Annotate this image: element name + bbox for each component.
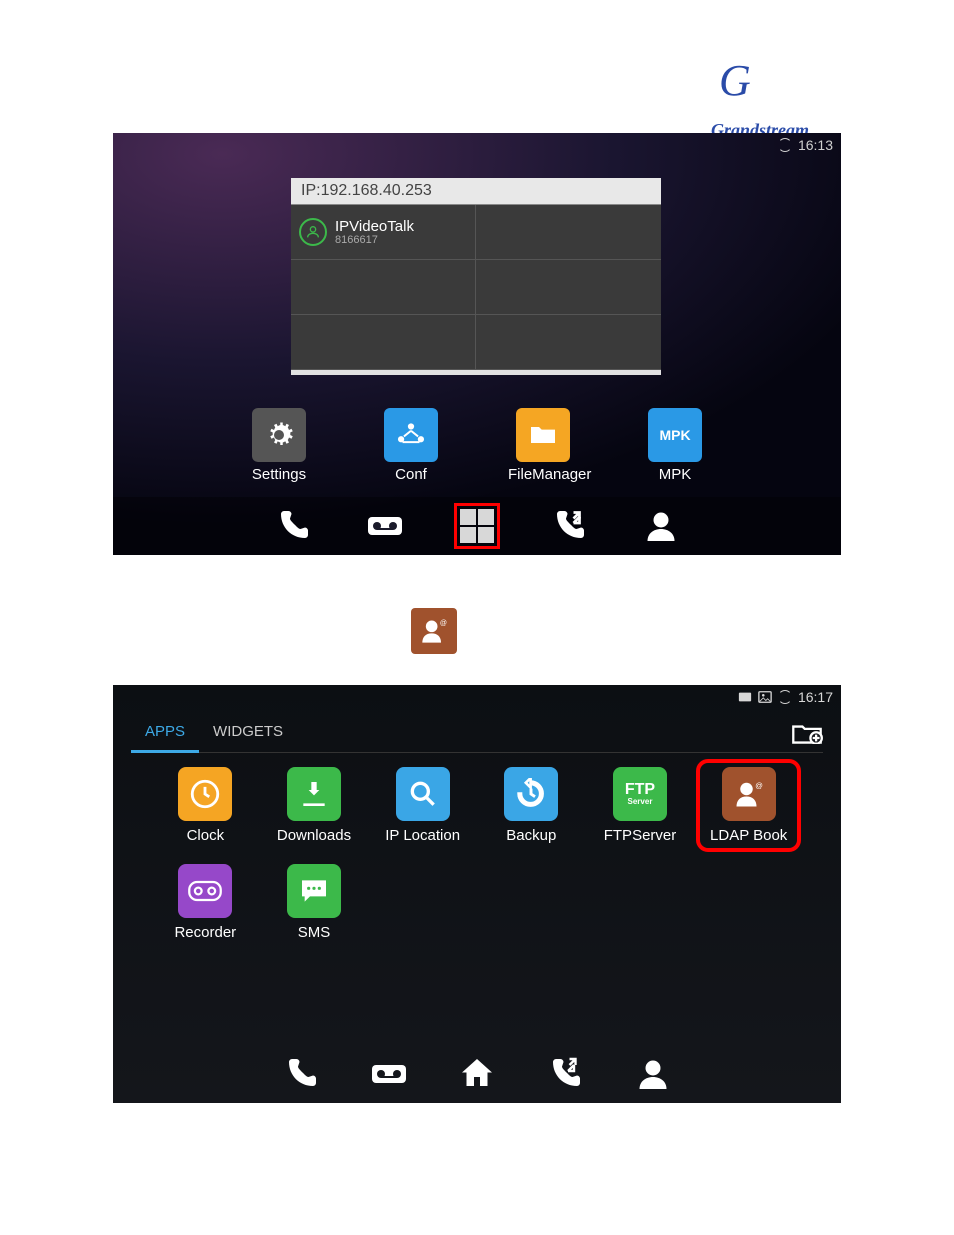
svg-text:@: @ xyxy=(440,620,447,627)
search-icon xyxy=(396,767,450,821)
sync-icon xyxy=(778,690,792,704)
app-settings[interactable]: Settings xyxy=(244,408,314,483)
account-cell-empty[interactable] xyxy=(476,205,661,260)
app-recorder[interactable]: Recorder xyxy=(161,864,250,941)
voicemail-icon[interactable] xyxy=(362,506,408,546)
account-widget: IP:192.168.40.253 IPVideoTalk 8166617 xyxy=(291,178,661,375)
app-backup[interactable]: Backup xyxy=(487,767,576,844)
account-cell-empty[interactable] xyxy=(476,315,661,370)
tab-widgets[interactable]: WIDGETS xyxy=(199,713,297,753)
app-ip-location[interactable]: IP Location xyxy=(378,767,467,844)
voicemail-icon[interactable] xyxy=(368,1053,410,1095)
ldap-book-icon: @ xyxy=(722,767,776,821)
ftp-status-icon xyxy=(738,690,752,704)
tab-bar: APPS WIDGETS xyxy=(131,713,823,753)
account-cell-empty[interactable] xyxy=(291,315,476,370)
app-filemanager[interactable]: FileManager xyxy=(508,408,578,483)
account-cell-empty[interactable] xyxy=(476,260,661,315)
home-icon[interactable] xyxy=(456,1053,498,1095)
app-ldap-book[interactable]: @ LDAP Book xyxy=(702,765,795,846)
phone-icon[interactable] xyxy=(280,1053,322,1095)
sync-icon xyxy=(778,138,792,152)
clock-icon xyxy=(178,767,232,821)
apps-screen-screenshot: 16:17 APPS WIDGETS Clock Downloads xyxy=(113,685,841,1103)
dock-bar xyxy=(113,497,841,555)
status-bar: 16:17 xyxy=(738,689,833,705)
status-clock: 16:13 xyxy=(798,137,833,153)
app-clock[interactable]: Clock xyxy=(161,767,250,844)
contacts-icon[interactable] xyxy=(632,1053,674,1095)
dock-bar xyxy=(113,1045,841,1103)
call-history-icon[interactable] xyxy=(544,1053,586,1095)
tab-apps[interactable]: APPS xyxy=(131,713,199,753)
account-status-icon xyxy=(299,218,327,246)
contacts-icon[interactable] xyxy=(638,506,684,546)
status-bar: 16:13 xyxy=(778,137,833,153)
app-grid: Clock Downloads IP Location Backup xyxy=(161,767,793,941)
account-cell-empty[interactable] xyxy=(291,260,476,315)
download-icon xyxy=(287,767,341,821)
svg-text:@: @ xyxy=(755,781,763,790)
chat-icon xyxy=(287,864,341,918)
restore-icon xyxy=(504,767,558,821)
app-mpk[interactable]: MPK MPK xyxy=(640,408,710,483)
phone-icon[interactable] xyxy=(270,506,316,546)
app-ftpserver[interactable]: FTPServer FTPServer xyxy=(596,767,685,844)
home-screen-screenshot: 16:13 IP:192.168.40.253 IPVideoTalk 8166… xyxy=(113,133,841,555)
status-clock: 16:17 xyxy=(798,689,833,705)
folder-add-icon[interactable] xyxy=(791,722,823,744)
account-cell[interactable]: IPVideoTalk 8166617 xyxy=(291,205,476,260)
ldap-book-icon: @ xyxy=(411,608,457,654)
tape-icon xyxy=(178,864,232,918)
call-history-icon[interactable] xyxy=(546,506,592,546)
folder-icon xyxy=(516,408,570,462)
app-downloads[interactable]: Downloads xyxy=(270,767,359,844)
ftp-icon: FTPServer xyxy=(613,767,667,821)
people-icon xyxy=(384,408,438,462)
mpk-icon: MPK xyxy=(648,408,702,462)
app-sms[interactable]: SMS xyxy=(270,864,359,941)
apps-grid-icon[interactable] xyxy=(454,503,500,549)
gear-icon xyxy=(252,408,306,462)
app-conf[interactable]: Conf xyxy=(376,408,446,483)
image-status-icon xyxy=(758,690,772,704)
ip-header: IP:192.168.40.253 xyxy=(291,178,661,205)
home-app-row: Settings Conf FileManager MPK MPK xyxy=(113,408,841,483)
